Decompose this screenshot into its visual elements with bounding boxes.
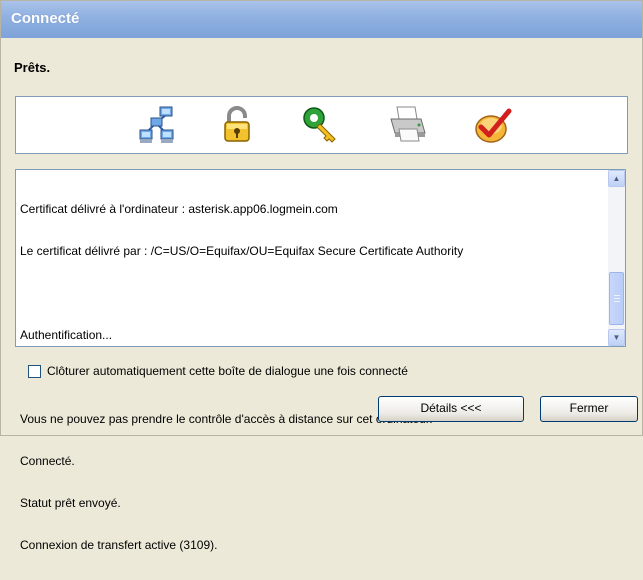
network-icon bbox=[139, 106, 174, 143]
connection-dialog: Connecté Prêts. Certificat délivré à l'o… bbox=[0, 0, 643, 552]
scroll-up-button[interactable]: ▲ bbox=[608, 170, 625, 187]
log-line: Authentification... bbox=[20, 328, 113, 342]
log-line: Connexion de transfert active (3109). bbox=[20, 538, 218, 552]
printer-icon bbox=[390, 106, 426, 142]
log-line: Le certificat délivré par : /C=US/O=Equi… bbox=[20, 244, 464, 258]
vertical-scrollbar[interactable]: ▲ ▼ bbox=[608, 170, 625, 346]
details-button[interactable]: Détails <<< bbox=[378, 396, 524, 422]
auto-close-checkbox[interactable] bbox=[28, 364, 41, 378]
title-bar: Connecté bbox=[1, 1, 642, 38]
key-icon bbox=[303, 107, 336, 143]
auto-close-label[interactable]: Clôturer automatiquement cette boîte de … bbox=[47, 364, 408, 378]
scroll-down-button[interactable]: ▼ bbox=[608, 329, 625, 346]
scroll-thumb[interactable] bbox=[609, 272, 624, 325]
log-line: Statut prêt envoyé. bbox=[20, 496, 121, 510]
close-button[interactable]: Fermer bbox=[540, 396, 638, 422]
log-line: Connecté. bbox=[20, 454, 75, 468]
checkmark-icon bbox=[475, 108, 512, 143]
status-text: Prêts. bbox=[14, 60, 51, 75]
log-line: Certificat délivré à l'ordinateur : aste… bbox=[20, 202, 338, 216]
auto-close-option[interactable]: Clôturer automatiquement cette boîte de … bbox=[28, 363, 408, 379]
progress-icons-panel bbox=[15, 96, 628, 154]
window-title: Connecté bbox=[11, 10, 80, 27]
log-textbox[interactable]: Certificat délivré à l'ordinateur : aste… bbox=[15, 169, 626, 552]
chevron-down-icon: ▼ bbox=[612, 333, 621, 342]
lock-icon bbox=[224, 106, 250, 142]
chevron-up-icon: ▲ bbox=[612, 174, 621, 183]
